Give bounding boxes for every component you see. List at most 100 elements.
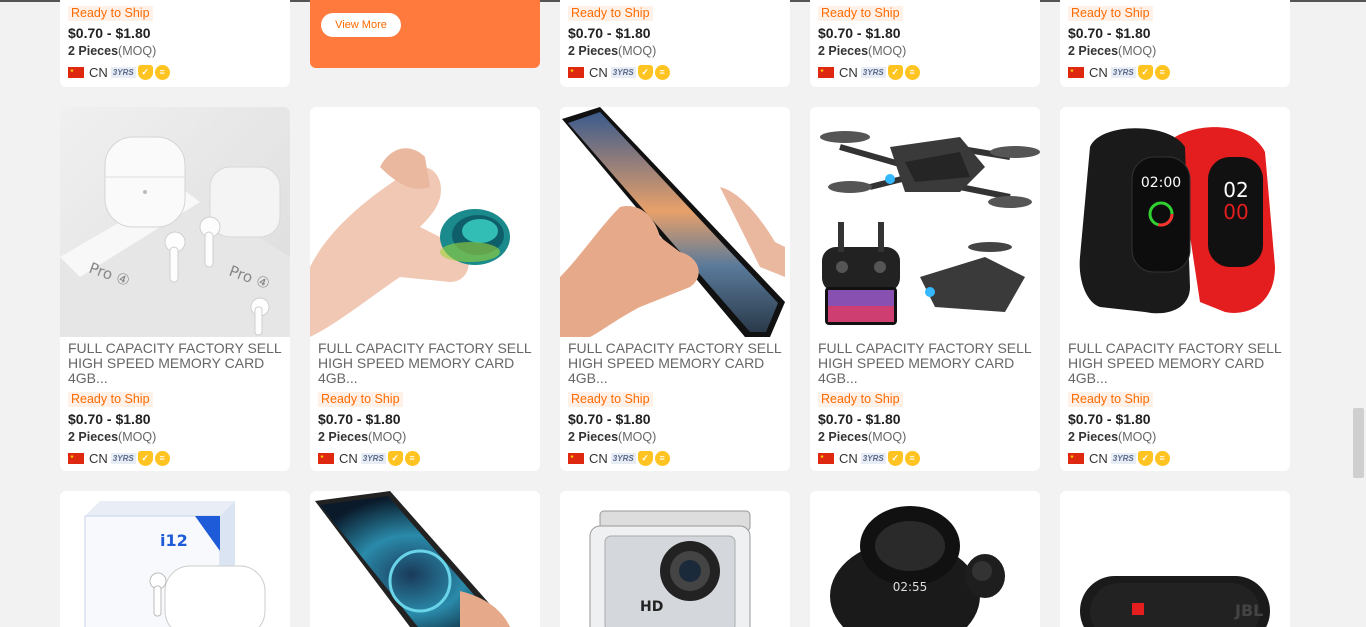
supplier-meta: CN 3YRS ✓ ≡ <box>1068 63 1284 81</box>
years-badge: 3YRS <box>110 66 136 78</box>
verified-shield-icon: ✓ <box>887 450 903 466</box>
product-image-smartphone-2[interactable] <box>310 491 540 627</box>
china-flag-icon <box>1068 452 1084 464</box>
product-card[interactable]: Ready to Ship $0.70 - $1.80 2 Pieces(MOQ… <box>810 0 1040 87</box>
product-card[interactable]: 02 00 02:00 FULL CAPACITY FACTORY SELL H… <box>1060 107 1290 471</box>
product-image-mini-speaker[interactable] <box>310 107 540 337</box>
price-range: $0.70 - $1.80 <box>1068 25 1151 41</box>
years-badge: 3YRS <box>610 452 636 464</box>
ready-to-ship-badge: Ready to Ship <box>1068 392 1153 407</box>
years-badge: 3YRS <box>1110 66 1136 78</box>
product-image-smartphone[interactable] <box>560 107 790 337</box>
price-range: $0.70 - $1.80 <box>568 411 651 427</box>
product-title[interactable]: FULL CAPACITY FACTORY SELL HIGH SPEED ME… <box>818 341 1034 386</box>
price-range: $0.70 - $1.80 <box>818 411 901 427</box>
moq-text: 2 Pieces(MOQ) <box>1068 430 1157 444</box>
product-card[interactable]: FULL CAPACITY FACTORY SELL HIGH SPEED ME… <box>810 107 1040 471</box>
gold-medal-icon: ≡ <box>654 450 670 466</box>
years-badge: 3YRS <box>110 452 136 464</box>
ready-to-ship-badge: Ready to Ship <box>68 6 153 21</box>
svg-text:02:00: 02:00 <box>1141 175 1181 191</box>
country-code: CN <box>89 450 108 466</box>
product-card[interactable]: FULL CAPACITY FACTORY SELL HIGH SPEED ME… <box>560 107 790 471</box>
verified-shield-icon: ✓ <box>137 64 153 80</box>
price-range: $0.70 - $1.80 <box>68 25 151 41</box>
svg-text:00: 00 <box>1223 200 1248 224</box>
product-title[interactable]: FULL CAPACITY FACTORY SELL HIGH SPEED ME… <box>1068 341 1284 386</box>
gold-medal-icon: ≡ <box>654 64 670 80</box>
product-image-wireless-earbuds[interactable]: 02:55 <box>810 491 1040 627</box>
country-code: CN <box>1089 450 1108 466</box>
product-card[interactable]: HD <box>560 491 790 627</box>
product-image-fitness-band[interactable]: 02 00 02:00 <box>1060 107 1290 337</box>
ready-to-ship-badge: Ready to Ship <box>68 392 153 407</box>
svg-text:JBL: JBL <box>1234 601 1263 620</box>
product-image-earbuds[interactable]: Pro ④ Pro ④ <box>60 107 290 337</box>
supplier-meta: CN 3YRS ✓ ≡ <box>68 63 284 81</box>
product-title[interactable]: FULL CAPACITY FACTORY SELL HIGH SPEED ME… <box>68 341 284 386</box>
china-flag-icon <box>1068 66 1084 78</box>
view-more-button[interactable]: View More <box>321 13 401 37</box>
country-code: CN <box>589 450 608 466</box>
country-code: CN <box>339 450 358 466</box>
ready-to-ship-badge: Ready to Ship <box>1068 6 1153 21</box>
supplier-meta: CN 3YRS ✓ ≡ <box>318 449 534 467</box>
view-more-banner: View More <box>310 0 540 68</box>
supplier-meta: CN 3YRS ✓ ≡ <box>818 63 1034 81</box>
country-code: CN <box>89 64 108 80</box>
gold-medal-icon: ≡ <box>1154 450 1170 466</box>
china-flag-icon <box>568 452 584 464</box>
camera-label: HD <box>640 599 663 615</box>
product-title[interactable]: FULL CAPACITY FACTORY SELL HIGH SPEED ME… <box>318 341 534 386</box>
gold-medal-icon: ≡ <box>154 64 170 80</box>
price-range: $0.70 - $1.80 <box>818 25 901 41</box>
years-badge: 3YRS <box>610 66 636 78</box>
moq-text: 2 Pieces(MOQ) <box>1068 44 1157 58</box>
product-image-drone[interactable] <box>810 107 1040 337</box>
product-card[interactable]: Ready to Ship $0.70 - $1.80 2 Pieces(MOQ… <box>560 0 790 87</box>
product-card[interactable]: 02:55 <box>810 491 1040 627</box>
country-code: CN <box>589 64 608 80</box>
china-flag-icon <box>318 452 334 464</box>
price-range: $0.70 - $1.80 <box>318 411 401 427</box>
ready-to-ship-badge: Ready to Ship <box>568 392 653 407</box>
moq-text: 2 Pieces(MOQ) <box>568 430 657 444</box>
years-badge: 3YRS <box>360 452 386 464</box>
gold-medal-icon: ≡ <box>154 450 170 466</box>
price-range: $0.70 - $1.80 <box>1068 411 1151 427</box>
supplier-meta: CN 3YRS ✓ ≡ <box>1068 449 1284 467</box>
china-flag-icon <box>818 452 834 464</box>
product-card[interactable] <box>310 491 540 627</box>
verified-shield-icon: ✓ <box>137 450 153 466</box>
product-card[interactable]: JBL <box>1060 491 1290 627</box>
country-code: CN <box>1089 64 1108 80</box>
product-card[interactable]: i12 <box>60 491 290 627</box>
moq-text: 2 Pieces(MOQ) <box>68 430 157 444</box>
moq-text: 2 Pieces(MOQ) <box>318 430 407 444</box>
china-flag-icon <box>68 66 84 78</box>
product-title[interactable]: FULL CAPACITY FACTORY SELL HIGH SPEED ME… <box>568 341 784 386</box>
years-badge: 3YRS <box>1110 452 1136 464</box>
ready-to-ship-badge: Ready to Ship <box>818 392 903 407</box>
verified-shield-icon: ✓ <box>387 450 403 466</box>
product-card[interactable]: FULL CAPACITY FACTORY SELL HIGH SPEED ME… <box>310 107 540 471</box>
supplier-meta: CN 3YRS ✓ ≡ <box>68 449 284 467</box>
product-image-bluetooth-speaker[interactable]: JBL <box>1060 491 1290 627</box>
gold-medal-icon: ≡ <box>904 450 920 466</box>
product-card[interactable]: Pro ④ Pro ④ FULL CAPACITY FACTORY SELL H… <box>60 107 290 471</box>
supplier-meta: CN 3YRS ✓ ≡ <box>568 449 784 467</box>
verified-shield-icon: ✓ <box>637 64 653 80</box>
years-badge: 3YRS <box>860 66 886 78</box>
scrollbar-thumb[interactable] <box>1353 408 1364 478</box>
moq-text: 2 Pieces(MOQ) <box>68 44 157 58</box>
product-card[interactable]: Ready to Ship $0.70 - $1.80 2 Pieces(MOQ… <box>1060 0 1290 87</box>
product-card[interactable]: Ready to Ship $0.70 - $1.80 2 Pieces(MOQ… <box>60 0 290 87</box>
verified-shield-icon: ✓ <box>1137 64 1153 80</box>
svg-text:02:55: 02:55 <box>893 580 928 594</box>
price-range: $0.70 - $1.80 <box>568 25 651 41</box>
moq-text: 2 Pieces(MOQ) <box>818 430 907 444</box>
product-image-action-camera[interactable]: HD <box>560 491 790 627</box>
gold-medal-icon: ≡ <box>904 64 920 80</box>
verified-shield-icon: ✓ <box>637 450 653 466</box>
product-image-i12-earbuds[interactable]: i12 <box>60 491 290 627</box>
